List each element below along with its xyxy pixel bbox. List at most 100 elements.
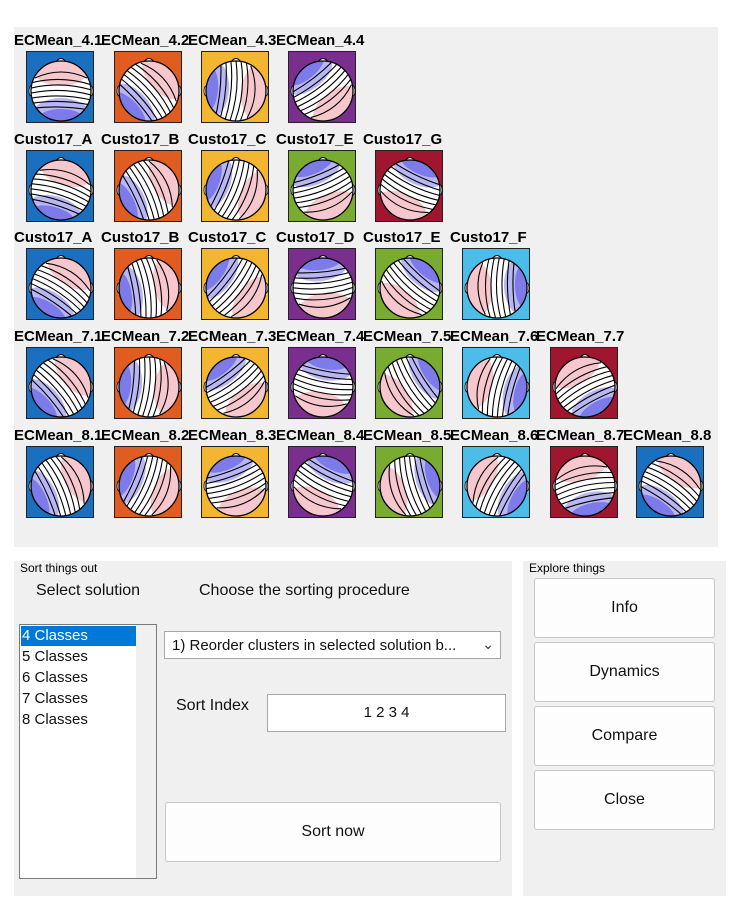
scalp-topography-icon: [464, 354, 530, 418]
solution-item-4-classes[interactable]: 4 Classes: [21, 626, 137, 646]
map-title: Custo17_C: [188, 131, 267, 148]
solution-item-7-classes[interactable]: 7 Classes: [21, 689, 137, 709]
scalp-topography-icon: [377, 354, 443, 418]
explore-panel-title: Explore things: [527, 561, 608, 575]
solution-list-scrollbar[interactable]: [136, 625, 156, 878]
microstate-map-tile[interactable]: [201, 446, 269, 518]
microstate-map-tile[interactable]: [114, 150, 182, 222]
sort-index-field[interactable]: 1 2 3 4: [267, 694, 506, 732]
solution-item-8-classes[interactable]: 8 Classes: [21, 710, 137, 730]
scalp-topography-icon: [552, 354, 618, 418]
microstate-map-tile[interactable]: [201, 248, 269, 320]
microstate-map-tile[interactable]: [26, 51, 94, 123]
microstate-map-tile[interactable]: [26, 150, 94, 222]
compare-button[interactable]: Compare: [534, 706, 715, 766]
map-title: ECMean_7.7: [536, 328, 625, 345]
microstate-map-tile[interactable]: [114, 51, 182, 123]
map-title: ECMean_8.6: [450, 427, 539, 444]
scalp-topography-icon: [203, 453, 269, 517]
microstate-map-tile[interactable]: [462, 347, 530, 419]
map-title: ECMean_7.1: [14, 328, 103, 345]
map-title: ECMean_4.2: [101, 32, 190, 49]
scalp-topography-icon: [28, 157, 94, 221]
sorting-procedure-dropdown[interactable]: 1) Reorder clusters in selected solution…: [164, 631, 501, 659]
microstate-map-tile[interactable]: [288, 446, 356, 518]
map-title: ECMean_7.2: [101, 328, 190, 345]
dynamics-button[interactable]: Dynamics: [534, 642, 715, 702]
solution-item-5-classes[interactable]: 5 Classes: [21, 647, 137, 667]
map-title: Custo17_E: [276, 131, 354, 148]
scalp-topography-icon: [116, 157, 182, 221]
microstate-map-tile[interactable]: [288, 347, 356, 419]
scalp-topography-icon: [28, 58, 94, 122]
map-title: ECMean_4.1: [14, 32, 103, 49]
map-title: Custo17_A: [14, 131, 93, 148]
map-title: ECMean_7.6: [450, 328, 539, 345]
scalp-topography-icon: [203, 354, 269, 418]
select-solution-label: Select solution: [36, 582, 141, 599]
scalp-topography-icon: [116, 453, 182, 517]
map-title: Custo17_B: [101, 131, 180, 148]
map-title: ECMean_7.5: [363, 328, 452, 345]
scalp-topography-icon: [290, 255, 356, 319]
microstate-map-tile[interactable]: [550, 446, 618, 518]
map-title: Custo17_B: [101, 229, 180, 246]
microstate-map-tile[interactable]: [201, 51, 269, 123]
map-title: ECMean_8.3: [188, 427, 277, 444]
solution-list[interactable]: 4 Classes 5 Classes 6 Classes 7 Classes …: [19, 624, 157, 879]
microstate-map-tile[interactable]: [26, 347, 94, 419]
microstate-map-tile[interactable]: [375, 347, 443, 419]
map-title: ECMean_8.8: [623, 427, 712, 444]
scalp-topography-icon: [377, 453, 443, 517]
scalp-topography-icon: [290, 453, 356, 517]
scalp-topography-icon: [290, 157, 356, 221]
solution-item-6-classes[interactable]: 6 Classes: [21, 668, 137, 688]
microstate-map-tile[interactable]: [288, 248, 356, 320]
scalp-topography-icon: [464, 255, 530, 319]
close-button[interactable]: Close: [534, 770, 715, 830]
map-title: ECMean_8.2: [101, 427, 190, 444]
microstate-map-tile[interactable]: [375, 248, 443, 320]
map-title: Custo17_C: [188, 229, 267, 246]
map-title: Custo17_G: [363, 131, 443, 148]
scalp-topography-icon: [464, 453, 530, 517]
map-title: ECMean_8.5: [363, 427, 452, 444]
sorting-procedure-label: Choose the sorting procedure: [199, 582, 410, 599]
microstate-map-tile[interactable]: [114, 248, 182, 320]
map-title: ECMean_8.4: [276, 427, 365, 444]
map-title: ECMean_8.7: [536, 427, 625, 444]
microstate-map-tile[interactable]: [288, 150, 356, 222]
microstate-map-tile[interactable]: [26, 248, 94, 320]
scalp-topography-icon: [116, 255, 182, 319]
microstate-map-tile[interactable]: [114, 347, 182, 419]
microstate-map-tile[interactable]: [550, 347, 618, 419]
microstate-map-tile[interactable]: [201, 347, 269, 419]
scalp-topography-icon: [28, 354, 94, 418]
map-title: ECMean_8.1: [14, 427, 103, 444]
scalp-topography-icon: [28, 255, 94, 319]
sorting-procedure-value: 1) Reorder clusters in selected solution…: [172, 637, 457, 654]
sort-index-label: Sort Index: [176, 697, 249, 714]
sort-now-button[interactable]: Sort now: [165, 802, 501, 862]
microstate-map-tile[interactable]: [462, 248, 530, 320]
microstate-map-tile[interactable]: [288, 51, 356, 123]
microstate-map-tile[interactable]: [26, 446, 94, 518]
scalp-topography-icon: [552, 453, 618, 517]
microstate-maps-panel: ECMean_4.1 ECMean_4.2 ECMean_4.3 ECMean_4.4…: [14, 27, 718, 547]
microstate-map-tile[interactable]: [636, 446, 704, 518]
microstate-map-tile[interactable]: [375, 446, 443, 518]
scalp-topography-icon: [290, 354, 356, 418]
microstate-map-tile[interactable]: [375, 150, 443, 222]
map-title: Custo17_E: [363, 229, 441, 246]
scalp-topography-icon: [28, 453, 94, 517]
scalp-topography-icon: [203, 58, 269, 122]
scalp-topography-icon: [638, 453, 704, 517]
scalp-topography-icon: [377, 157, 443, 221]
microstate-map-tile[interactable]: [462, 446, 530, 518]
scalp-topography-icon: [377, 255, 443, 319]
microstate-map-tile[interactable]: [114, 446, 182, 518]
scalp-topography-icon: [116, 354, 182, 418]
microstate-map-tile[interactable]: [201, 150, 269, 222]
info-button[interactable]: Info: [534, 578, 715, 638]
sort-panel-title: Sort things out: [18, 561, 100, 575]
